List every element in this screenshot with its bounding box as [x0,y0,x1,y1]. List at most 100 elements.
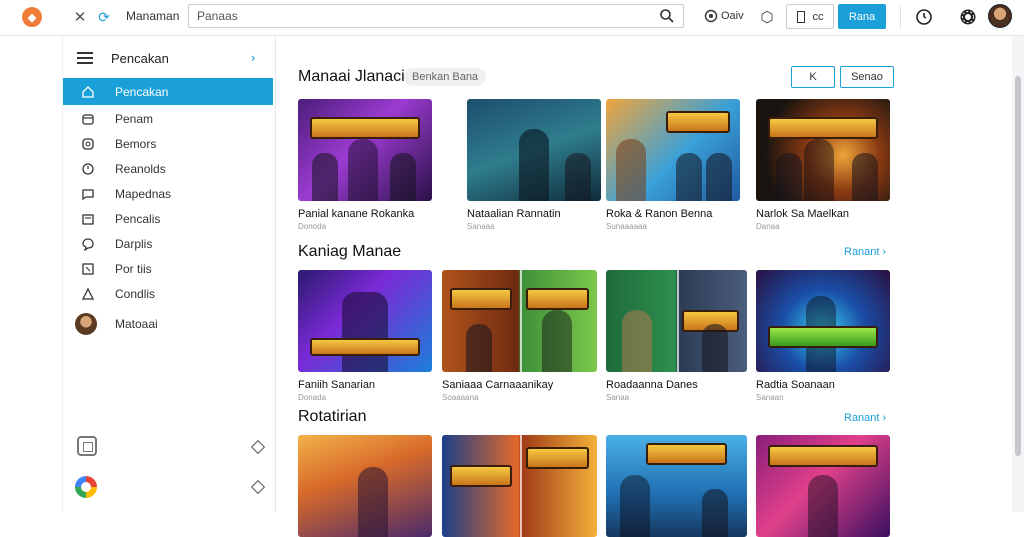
sidebar-item-label: Bemors [115,136,157,151]
sidebar-header: Pencakan › [63,48,277,70]
triangle-icon [81,287,95,300]
app-title: Manaman [126,9,180,23]
game-card[interactable]: Saniaaa Carnaaanikay Soaaaana [442,270,597,402]
home-icon [82,85,94,98]
character-figure [342,292,388,372]
game-card[interactable]: Radtia Soanaan Sanaan [756,270,890,402]
game-card[interactable] [442,435,597,537]
game-thumbnail [606,435,747,537]
see-more-label: Ranant [844,246,880,258]
diamond-icon[interactable] [250,479,266,495]
game-logo [310,117,420,139]
sidebar-item-home[interactable]: Pencakan [63,78,273,105]
game-thumbnail [756,270,890,372]
character-figure [348,139,378,201]
profile-avatar[interactable] [988,4,1012,28]
character-figure [702,489,728,537]
menu-icon[interactable] [77,52,93,66]
view-toggle[interactable]: Oaiv [704,9,744,23]
game-logo [666,111,730,133]
game-card[interactable]: Faniih Sanarian Donada [298,270,432,402]
sidebar-item-label: Pencalis [115,211,161,226]
collapse-icon[interactable]: › [251,50,255,65]
search-bar[interactable] [188,4,684,28]
card-title: Radtia Soanaan [756,379,835,391]
game-logo [526,288,589,310]
game-card[interactable] [606,435,747,537]
sidebar-item-games[interactable]: Bemors [63,131,273,156]
top-toolbar: ◆ ✕ ⟳ Manaman Oaiv ⬡ cc Rana [0,0,1024,36]
scrollbar-thumb[interactable] [1015,76,1021,456]
section-title: Rotatirian [298,408,367,425]
see-more-link[interactable]: Ranant › [844,246,886,258]
main-content: Manaai Jlanaci Benkan Bana K Senao Pania… [276,36,1008,537]
card-subtitle: Donada [298,393,327,402]
game-thumbnail [756,99,890,201]
split-divider [519,435,522,537]
refresh-icon[interactable]: ⟳ [96,8,112,26]
see-more-label: Ranant [844,412,880,424]
card-subtitle: Danaa [756,222,780,231]
color-wheel-icon[interactable] [75,476,97,498]
filter-button[interactable]: K [791,66,835,88]
sidebar-item-chat[interactable]: Mapednas [63,181,273,206]
game-card[interactable]: Nataalian Rannatin Sanaaa [467,99,601,231]
message-icon [82,237,94,251]
game-card[interactable] [756,435,890,537]
window-icon [796,10,805,23]
diamond-icon[interactable] [250,439,266,455]
close-icon[interactable]: ✕ [72,8,88,26]
game-thumbnail [606,99,740,201]
character-figure [622,310,652,372]
window-icon[interactable] [77,436,97,456]
character-figure [620,475,650,537]
sidebar-item-messages[interactable]: Darplis [63,231,273,256]
sidebar-item-portfolio[interactable]: Por tiis [63,256,273,281]
clock-icon [82,162,94,175]
sidebar-item-store[interactable]: Pencalis [63,206,273,231]
card-subtitle: Sanaan [756,393,784,402]
game-card[interactable]: Narlok Sa Maelkan Danaa [756,99,890,231]
game-card[interactable]: Panial kanane Rokanka Donoda [298,99,432,231]
search-input[interactable] [197,8,637,24]
sidebar-item-profile[interactable]: Matoaai [63,306,273,342]
game-card[interactable] [298,435,432,537]
game-logo [450,288,512,310]
sidebar-item-recent[interactable]: Reanolds [63,156,273,181]
sidebar-item-library[interactable]: Penam [63,106,273,131]
character-figure [676,153,702,201]
split-divider [676,270,679,372]
game-thumbnail [467,99,601,201]
scrollbar[interactable] [1012,36,1024,512]
section-title: Kaniag Manae [298,243,402,260]
character-figure [776,153,802,201]
sidebar-item-label: Mapednas [115,186,172,201]
character-figure [312,153,338,201]
section-badge: Benkan Bana [404,68,487,86]
game-logo [768,326,878,348]
see-more-link[interactable]: Ranant › [844,412,886,424]
settings-icon[interactable] [958,7,978,27]
app-logo-icon[interactable]: ◆ [22,7,42,27]
chat-icon [82,188,94,200]
gamepad-icon [82,137,94,150]
search-icon[interactable] [659,8,675,24]
window-toggle-button[interactable]: cc [786,4,834,29]
character-figure [808,475,838,537]
sort-button[interactable]: Senao [840,66,894,88]
card-subtitle: Donoda [298,222,327,231]
primary-action-button[interactable]: Rana [838,4,886,29]
card-subtitle: Soaaaana [442,393,479,402]
store-icon [82,213,94,225]
view-icon [704,9,718,23]
sidebar: Pencakan › Pencakan Penam Bemors Reanold… [62,36,276,512]
game-thumbnail [298,99,432,201]
sidebar-item-conditions[interactable]: Condlis [63,281,273,306]
sidebar-item-label: Por tiis [115,261,152,276]
character-figure [616,139,646,201]
extension-icon[interactable]: ⬡ [758,7,776,27]
game-card[interactable]: Roadaanna Danes Sanaa [606,270,747,402]
clock-icon[interactable] [914,7,934,27]
toolbar-divider [900,6,901,28]
game-card[interactable]: Roka & Ranon Benna Sunaaaaaa [606,99,740,231]
